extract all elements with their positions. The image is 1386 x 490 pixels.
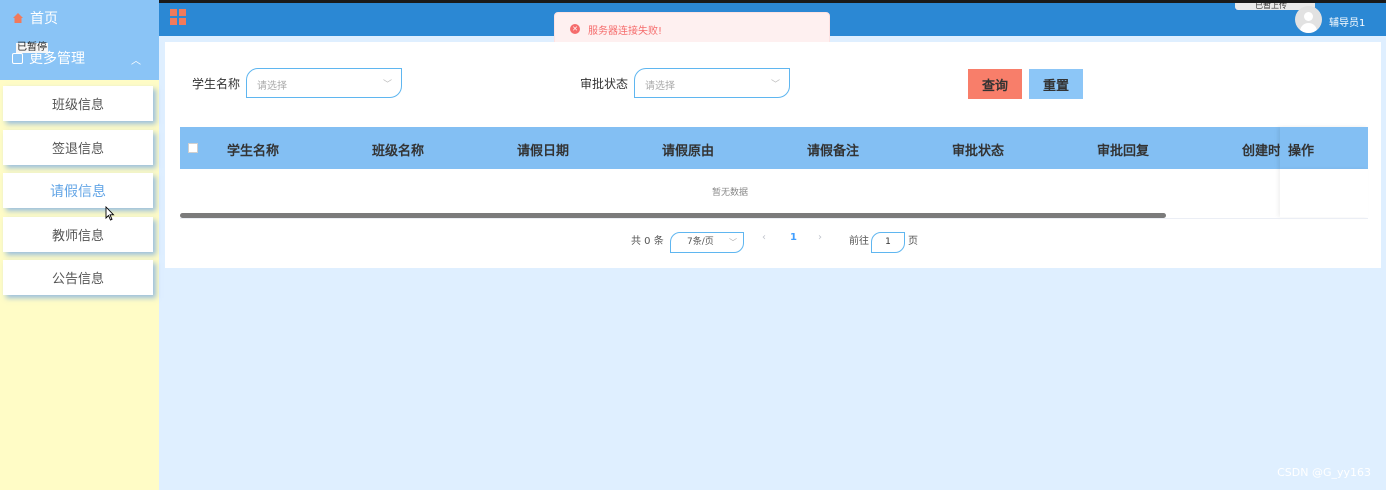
table-divider	[180, 218, 1368, 219]
username[interactable]: 辅导员1	[1329, 14, 1365, 29]
column-class-name[interactable]: 班级名称	[372, 140, 424, 159]
sidebar-item-leave[interactable]: 请假信息	[3, 173, 153, 208]
nav-home[interactable]: 首页	[0, 0, 159, 36]
page-number-current[interactable]: 1	[790, 232, 797, 243]
empty-table-text: 暂无数据	[711, 188, 748, 198]
goto-page-input[interactable]: 1	[871, 232, 905, 253]
home-icon	[13, 13, 23, 23]
page-suffix: 页	[908, 236, 918, 247]
ime-overlay: 已暂停	[16, 42, 48, 53]
student-select-placeholder: 请选择	[257, 81, 287, 92]
mouse-cursor-icon	[105, 206, 115, 221]
watermark: CSDN @G_yy163	[1277, 466, 1371, 479]
pagination-total: 共 0 条	[631, 236, 664, 247]
fixed-action-column-header: 操作	[1280, 127, 1368, 169]
submenu: 班级信息 签退信息 请假信息 教师信息 公告信息	[3, 86, 153, 304]
student-name-select[interactable]: 请选择 ﹀	[246, 68, 402, 98]
search-button[interactable]: 查询	[968, 69, 1022, 99]
prev-page-icon[interactable]: ‹	[762, 232, 766, 243]
column-leave-date[interactable]: 请假日期	[517, 140, 569, 159]
status-select-placeholder: 请选择	[645, 81, 675, 92]
next-page-icon[interactable]: ›	[818, 232, 822, 243]
sidebar-item-label: 班级信息	[51, 98, 104, 113]
sidebar-item-teacher[interactable]: 教师信息	[3, 216, 153, 252]
approval-status-select[interactable]: 请选择 ﹀	[634, 68, 790, 98]
sidebar-item-label: 签退信息	[51, 141, 104, 157]
select-all-checkbox[interactable]	[188, 143, 198, 153]
toast-message: 服务器连接失败!	[588, 25, 663, 37]
page-size-select[interactable]: 7条/页 ﹀	[670, 232, 744, 253]
column-approval-reply[interactable]: 审批回复	[1097, 140, 1149, 159]
error-icon: ✕	[570, 24, 580, 34]
column-leave-reason[interactable]: 请假原由	[662, 140, 714, 159]
page-size-value: 7条/页	[687, 237, 714, 247]
student-name-label: 学生名称	[192, 77, 241, 91]
nav-home-label: 首页	[30, 11, 58, 27]
sidebar-item-label: 公告信息	[51, 272, 104, 287]
sidebar: 首页 更多管理 ︿ 已暂停 班级信息 签退信息 请假信息 教师信息 公告信息	[0, 0, 159, 490]
column-actions: 操作	[1288, 144, 1315, 159]
sidebar-item-notice[interactable]: 公告信息	[3, 260, 153, 295]
table-header: 学生名称 班级名称 请假日期 请假原由 请假备注 审批状态 审批回复 创建时间	[180, 127, 1368, 169]
more-management-icon	[12, 52, 23, 64]
sidebar-item-signout[interactable]: 签退信息	[3, 129, 153, 165]
column-leave-note[interactable]: 请假备注	[807, 140, 859, 159]
chevron-down-icon: ﹀	[729, 238, 737, 247]
main-card: 学生名称 请选择 ﹀ 审批状态 请选择 ﹀ 查询 重置 学生名称 班级名称 请假…	[165, 42, 1381, 268]
error-toast: ✕ 服务器连接失败!	[554, 12, 830, 46]
column-student-name[interactable]: 学生名称	[227, 140, 279, 159]
fixed-action-column-body	[1280, 169, 1368, 217]
sidebar-item-label: 请假信息	[50, 183, 106, 200]
chevron-up-icon: ︿	[131, 56, 141, 67]
chevron-down-icon: ﹀	[770, 80, 780, 90]
approval-status-label: 审批状态	[580, 77, 629, 91]
reset-button[interactable]: 重置	[1029, 69, 1083, 99]
sidebar-item-label: 教师信息	[51, 228, 104, 244]
menu-grid-icon[interactable]	[170, 9, 186, 25]
column-approval-status[interactable]: 审批状态	[952, 140, 1004, 159]
avatar[interactable]	[1295, 6, 1322, 33]
sidebar-item-class[interactable]: 班级信息	[3, 86, 153, 121]
goto-label: 前往	[849, 236, 869, 247]
chevron-down-icon: ﹀	[382, 80, 392, 90]
